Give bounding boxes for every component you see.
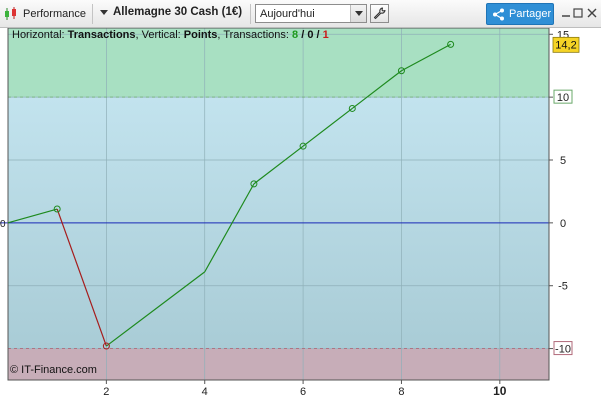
header-transactions-prefix: , Transactions:	[217, 29, 293, 41]
header-vertical-value: Points	[183, 29, 218, 41]
share-button[interactable]: Partager	[486, 3, 554, 25]
x-axis: 2 4 6 8 10	[103, 380, 507, 398]
y-tick-label: 0	[560, 218, 566, 230]
toolbar-separator	[92, 4, 93, 24]
dropdown-arrow-icon[interactable]	[350, 5, 366, 22]
y-tick-label: 5	[560, 155, 566, 167]
performance-chart: 151050-5-100 2 4 6 8 10 14,2	[0, 28, 580, 398]
maximize-button[interactable]	[571, 6, 585, 20]
toolbar-separator	[250, 4, 251, 24]
instrument-selector[interactable]: Allemagne 30 Cash (1€)	[100, 6, 242, 18]
x-tick-label: 4	[202, 386, 208, 398]
share-label: Partager	[509, 8, 552, 20]
x-tick-label: 2	[103, 386, 109, 398]
minimize-icon	[562, 15, 570, 17]
y-tick-label: 10	[557, 92, 569, 104]
last-value-marker: 14,2	[552, 36, 580, 53]
y-tick-label: -5	[558, 281, 568, 293]
x-tick-label: 6	[300, 386, 306, 398]
x-tick-label: 8	[398, 386, 404, 398]
period-select[interactable]: Aujourd'hui	[255, 4, 367, 23]
maximize-icon	[573, 8, 583, 18]
instrument-name: Allemagne 30 Cash (1€)	[113, 6, 243, 18]
separator: /	[313, 29, 323, 41]
settings-button[interactable]	[370, 4, 389, 23]
header-horizontal-prefix: Horizontal:	[12, 29, 68, 41]
header-vertical-prefix: , Vertical:	[135, 29, 184, 41]
chart-header: Horizontal: Transactions, Vertical: Poin…	[12, 29, 329, 41]
candlestick-icon	[5, 7, 16, 20]
performance-menu[interactable]: Performance	[4, 5, 86, 23]
header-horizontal-value: Transactions	[67, 29, 136, 41]
y-tick-label: -10	[555, 344, 571, 356]
toolbar: Performance Allemagne 30 Cash (1€) Aujou…	[0, 0, 601, 28]
close-icon	[587, 8, 597, 18]
share-icon	[493, 8, 504, 20]
x-tick-label: 10	[493, 384, 507, 398]
wrench-icon	[373, 7, 386, 20]
close-button[interactable]	[585, 6, 599, 20]
period-value: Aujourd'hui	[260, 7, 315, 20]
last-value-label: 14,2	[555, 39, 576, 51]
losing-trades-count: 1	[322, 29, 329, 41]
separator: /	[298, 29, 308, 41]
zero-edge-label: 0	[0, 219, 6, 230]
chevron-down-icon	[100, 9, 108, 15]
copyright: © IT-Finance.com	[10, 364, 97, 376]
performance-label: Performance	[23, 8, 86, 20]
